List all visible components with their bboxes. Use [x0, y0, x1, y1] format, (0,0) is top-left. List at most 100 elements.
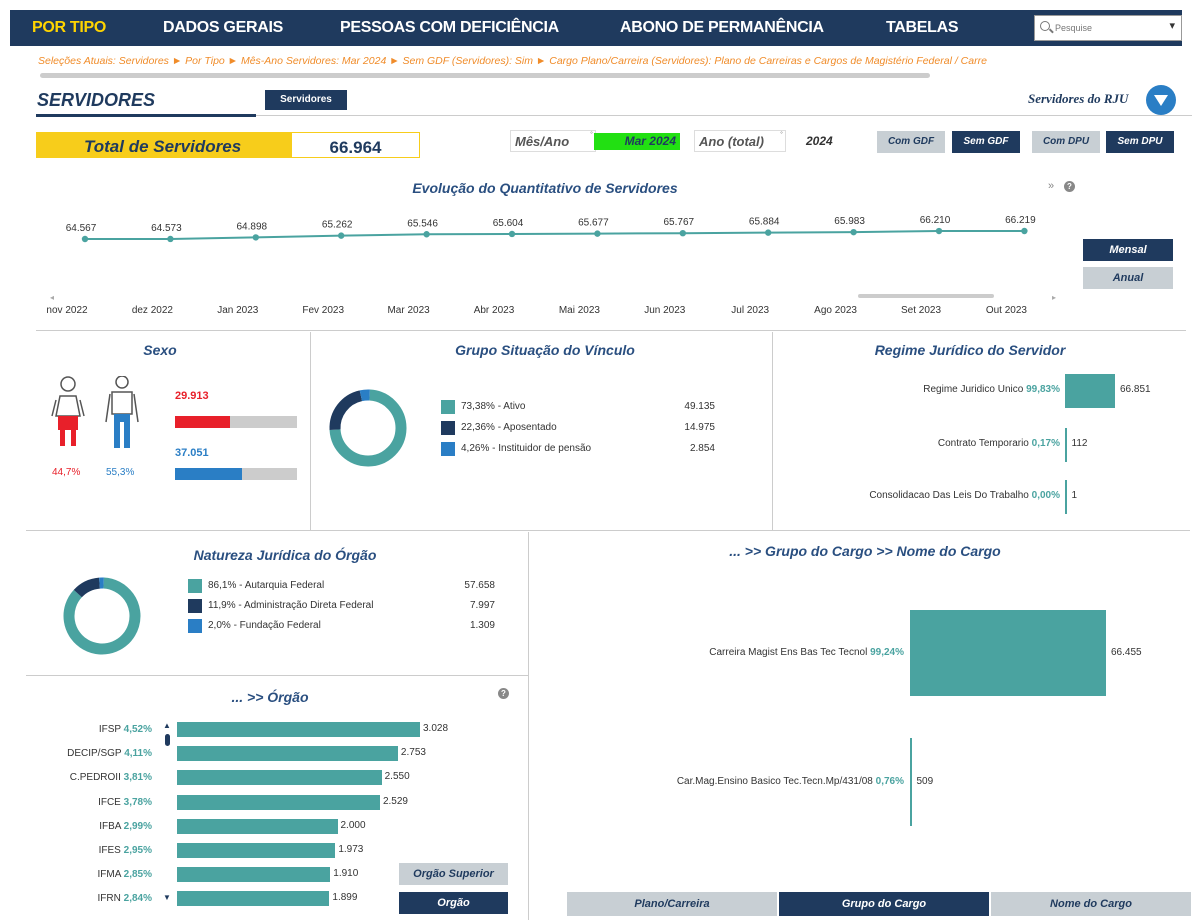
data-point[interactable]: [81, 235, 89, 243]
divider: [256, 115, 1192, 116]
orgao-bar[interactable]: [177, 746, 398, 762]
nav-abono-permanencia[interactable]: ABONO DE PERMANÊNCIA: [620, 19, 824, 37]
ano-label: Ano (total): [699, 134, 764, 149]
com-dpu-button[interactable]: Com DPU: [1032, 131, 1100, 153]
donut-slice[interactable]: [359, 389, 370, 402]
rju-link[interactable]: Servidores do RJU: [1028, 91, 1128, 107]
data-point[interactable]: [338, 232, 345, 239]
masc-bar-track: [175, 468, 297, 480]
vinculo-title: Grupo Situação do Vínculo: [455, 342, 635, 358]
scroll-right-icon[interactable]: ▸: [1052, 293, 1056, 302]
anual-button[interactable]: Anual: [1083, 267, 1173, 289]
regime-value: 1: [1071, 490, 1078, 501]
chart-scrollbar[interactable]: [858, 294, 994, 298]
donut-slice[interactable]: [73, 577, 101, 598]
chevron-down-icon[interactable]: ▾: [1169, 19, 1175, 32]
orgao-name: IFMA: [97, 869, 124, 881]
nav-tabelas[interactable]: TABELAS: [886, 19, 959, 37]
search-input[interactable]: Pesquise ▾: [1034, 15, 1182, 41]
orgao-superior-button[interactable]: Orgão Superior: [399, 863, 508, 885]
filter-icon[interactable]: [1146, 85, 1176, 115]
orgao-label: IFBA 2,99%: [20, 821, 152, 832]
data-point[interactable]: [850, 228, 857, 236]
female-icon: [51, 376, 85, 417]
regime-label: Contrato Temporario 0,17%: [780, 438, 1060, 449]
cargo-title: ... >> Grupo do Cargo >> Nome do Cargo: [729, 543, 1001, 559]
orgao-label: C.PEDROII 3,81%: [20, 772, 152, 783]
sem-gdf-button[interactable]: Sem GDF: [952, 131, 1020, 153]
com-gdf-button[interactable]: Com GDF: [877, 131, 945, 153]
nav-dados-gerais[interactable]: DADOS GERAIS: [163, 19, 283, 37]
legend-value: 2.854: [689, 443, 715, 454]
tab-servidores[interactable]: Servidores: [265, 90, 347, 110]
regime-value: 66.851: [1120, 384, 1151, 395]
orgao-button[interactable]: Orgão: [399, 892, 508, 914]
data-point[interactable]: [423, 231, 430, 238]
orgao-bar[interactable]: [177, 891, 330, 907]
fem-bar-fill: [175, 416, 230, 428]
data-point[interactable]: [167, 235, 174, 243]
fem-pct: 44,7%: [52, 467, 81, 478]
orgao-name: IFCE: [98, 796, 124, 808]
fem-bar-track: [175, 416, 297, 428]
help-icon[interactable]: ?: [1064, 181, 1075, 192]
nav-pessoas-deficiencia[interactable]: PESSOAS COM DEFICIÊNCIA: [340, 19, 559, 37]
mes-ano-filter[interactable]: Mês/Ano ˚: [510, 130, 596, 152]
top-nav: POR TIPO DADOS GERAIS PESSOAS COM DEFICI…: [10, 10, 1182, 46]
regime-bar[interactable]: [1065, 374, 1115, 408]
orgao-name: IFES: [98, 845, 124, 856]
scroll-down-icon[interactable]: ▼: [163, 893, 171, 902]
orgao-bar[interactable]: [177, 867, 331, 883]
scroll-up-icon[interactable]: ▲: [163, 721, 171, 730]
cargo-value: 66.455: [1111, 647, 1142, 658]
sem-dpu-button[interactable]: Sem DPU: [1106, 131, 1174, 153]
regime-pct: 0,00%: [1031, 490, 1060, 501]
list-scrollbar[interactable]: [165, 734, 170, 746]
data-point[interactable]: [765, 229, 772, 236]
orgao-pct: 2,84%: [123, 893, 152, 905]
orgao-pct: 4,11%: [124, 748, 152, 760]
regime-pct: 99,83%: [1026, 384, 1060, 395]
data-label: 64.567: [66, 223, 97, 234]
evolucao-title: Evolução do Quantitativo de Servidores: [412, 180, 678, 196]
data-point[interactable]: [252, 234, 259, 241]
orgao-bar[interactable]: [177, 843, 336, 858]
mensal-button[interactable]: Mensal: [1083, 239, 1173, 261]
breadcrumb-scrollbar[interactable]: [40, 73, 930, 78]
data-label: 64.898: [237, 221, 268, 232]
orgao-label: IFES 2,95%: [20, 845, 152, 856]
series-line: [84, 230, 1025, 240]
ano-filter[interactable]: Ano (total) ˚: [694, 130, 786, 152]
orgao-bar[interactable]: [177, 770, 382, 786]
orgao-bar[interactable]: [177, 818, 338, 834]
data-point[interactable]: [1021, 227, 1028, 235]
mes-ano-value[interactable]: Mar 2024: [594, 133, 680, 150]
tab-grupo-cargo[interactable]: Grupo do Cargo: [779, 892, 989, 916]
orgao-bar[interactable]: [177, 794, 380, 810]
orgao-value: 1.973: [338, 844, 364, 855]
nav-por-tipo[interactable]: POR TIPO: [32, 19, 106, 37]
regime-bar[interactable]: [1065, 480, 1067, 514]
tab-plano-carreira[interactable]: Plano/Carreira: [567, 892, 777, 916]
data-point[interactable]: [594, 230, 601, 237]
tab-nome-cargo[interactable]: Nome do Cargo: [991, 892, 1191, 916]
cargo-name: Car.Mag.Ensino Basico Tec.Tecn.Mp/431/08: [676, 776, 876, 787]
orgao-bar[interactable]: [177, 722, 420, 737]
orgao-name: IFBA: [99, 820, 124, 832]
donut-slice[interactable]: [329, 390, 363, 430]
data-point[interactable]: [679, 229, 686, 237]
regime-bar[interactable]: [1065, 428, 1067, 462]
legend-label: 11,9% - Administração Direta Federal: [208, 600, 374, 611]
cargo-pct: 99,24%: [870, 647, 904, 658]
legend-value: 57.658: [464, 580, 495, 591]
cargo-bar[interactable]: [910, 738, 912, 826]
mes-ano-label: Mês/Ano: [515, 134, 570, 149]
help-icon[interactable]: ?: [498, 688, 509, 699]
scroll-left-icon[interactable]: ◂: [50, 293, 54, 302]
data-point[interactable]: [508, 230, 516, 238]
data-point[interactable]: [935, 227, 943, 235]
ano-value: 2024: [806, 134, 833, 148]
cargo-bar[interactable]: [910, 610, 1106, 696]
legend-label: 73,38% - Ativo: [461, 401, 526, 412]
expand-icon[interactable]: »: [1048, 180, 1054, 192]
